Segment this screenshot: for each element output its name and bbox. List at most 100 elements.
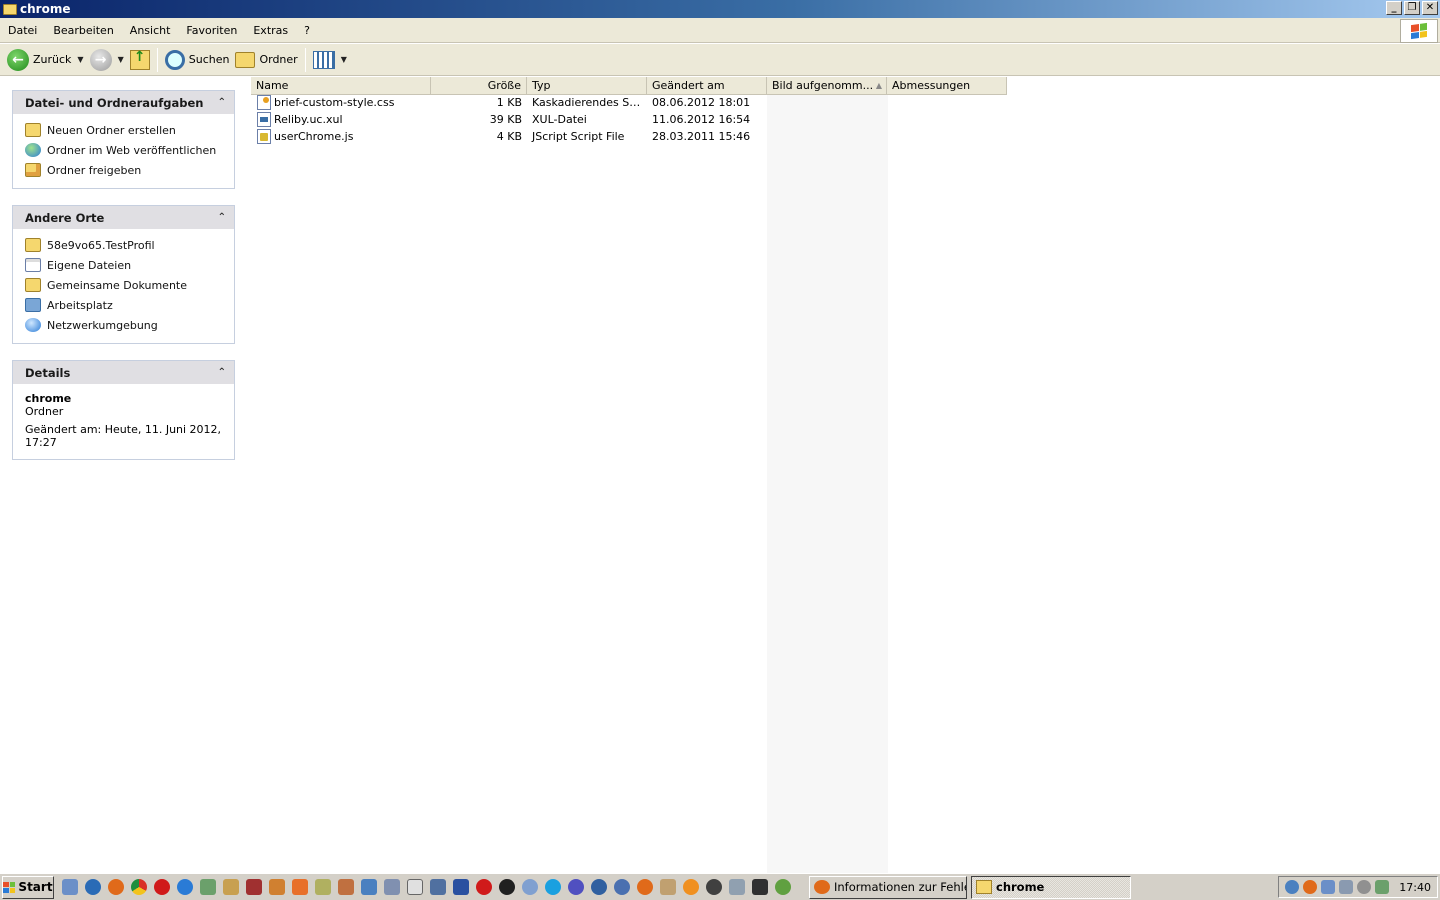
collapse-chevron-icon[interactable]: ⌃ — [218, 97, 226, 108]
column-header-name[interactable]: Name — [251, 77, 431, 95]
column-header-size[interactable]: Größe — [431, 77, 527, 95]
quick-launch-icon[interactable] — [292, 879, 308, 895]
views-dropdown-icon[interactable]: ▼ — [341, 55, 347, 64]
column-header-type[interactable]: Typ — [527, 77, 647, 95]
quick-launch-icon[interactable] — [269, 879, 285, 895]
internet-explorer-icon[interactable] — [177, 879, 193, 895]
back-dropdown-icon[interactable]: ▼ — [77, 55, 83, 64]
collapse-chevron-icon[interactable]: ⌃ — [218, 212, 226, 223]
file-modified: 11.06.2012 16:54 — [652, 113, 751, 126]
task-share-folder[interactable]: Ordner freigeben — [25, 160, 234, 180]
place-my-documents[interactable]: Eigene Dateien — [25, 255, 234, 275]
quick-launch-icon[interactable] — [568, 879, 584, 895]
forward-dropdown-icon[interactable]: ▼ — [118, 55, 124, 64]
quick-launch-icon[interactable] — [200, 879, 216, 895]
taskbar-item-chrome-folder[interactable]: chrome — [971, 875, 1131, 899]
file-list[interactable]: Name Größe Typ Geändert am Bild aufgenom… — [251, 77, 1440, 873]
clock[interactable]: 17:40 — [1399, 881, 1431, 894]
show-desktop-icon[interactable] — [62, 879, 78, 895]
firefox-icon — [814, 880, 830, 894]
quick-launch-icon[interactable] — [683, 879, 699, 895]
windows-logo — [1400, 19, 1438, 43]
column-header-taken[interactable]: Bild aufgenomm... ▲ — [767, 77, 887, 95]
quick-launch-icon[interactable] — [246, 879, 262, 895]
menu-help[interactable]: ? — [296, 24, 318, 37]
file-tasks-header[interactable]: Datei- und Ordneraufgaben ⌃ — [13, 91, 234, 114]
restore-button[interactable]: ❐ — [1404, 1, 1420, 15]
new-folder-icon — [25, 123, 41, 137]
file-row[interactable]: Reliby.uc.xul 39 KB XUL-Datei 11.06.2012… — [251, 111, 767, 128]
menu-extras[interactable]: Extras — [245, 24, 296, 37]
quick-launch-icon[interactable] — [338, 879, 354, 895]
column-header-dimensions[interactable]: Abmessungen — [887, 77, 1007, 95]
firefox-icon[interactable] — [108, 879, 124, 895]
quick-launch-icon[interactable] — [752, 879, 768, 895]
task-new-folder[interactable]: Neuen Ordner erstellen — [25, 120, 234, 140]
place-testprofil[interactable]: 58e9vo65.TestProfil — [25, 235, 234, 255]
opera-icon[interactable] — [154, 879, 170, 895]
place-network[interactable]: Netzwerkumgebung — [25, 315, 234, 335]
media-player-icon[interactable] — [591, 879, 607, 895]
quick-launch-icon[interactable] — [775, 879, 791, 895]
quick-launch-icon[interactable] — [499, 879, 515, 895]
tray-app-icon[interactable] — [1375, 880, 1390, 894]
taskbar-item-firefox[interactable]: Informationen zur Fehler... — [809, 875, 967, 899]
forward-arrow-icon: → — [89, 48, 112, 71]
firefox-icon[interactable] — [637, 879, 653, 895]
title-bar[interactable]: chrome _ ❐ ✕ — [0, 0, 1440, 18]
folders-button[interactable]: Ordner — [232, 46, 300, 74]
details-name: chrome — [25, 392, 72, 405]
task-publish-web[interactable]: Ordner im Web veröffentlichen — [25, 140, 234, 160]
views-button[interactable]: ▼ — [310, 46, 350, 74]
quick-launch-icon[interactable] — [476, 879, 492, 895]
quick-launch-icon[interactable] — [729, 879, 745, 895]
place-shared-documents[interactable]: Gemeinsame Dokumente — [25, 275, 234, 295]
tray-network-icon[interactable] — [1285, 880, 1300, 894]
menu-ansicht[interactable]: Ansicht — [122, 24, 179, 37]
quick-launch-icon[interactable] — [384, 879, 400, 895]
quick-launch-icon[interactable] — [660, 879, 676, 895]
details-header[interactable]: Details ⌃ — [13, 361, 234, 384]
file-row[interactable]: userChrome.js 4 KB JScript Script File 2… — [251, 128, 767, 145]
file-row[interactable]: brief-custom-style.css 1 KB Kaskadierend… — [251, 94, 767, 111]
quick-launch-icon[interactable] — [315, 879, 331, 895]
up-button[interactable] — [127, 46, 153, 74]
word-icon[interactable] — [453, 879, 469, 895]
tray-app-icon[interactable] — [1321, 880, 1336, 894]
back-button[interactable]: ← Zurück ▼ — [4, 46, 87, 74]
minimize-button[interactable]: _ — [1386, 1, 1402, 15]
menu-bearbeiten[interactable]: Bearbeiten — [45, 24, 121, 37]
tray-app-icon[interactable] — [1357, 880, 1372, 894]
other-places-panel: Andere Orte ⌃ 58e9vo65.TestProfil Eigene… — [12, 205, 235, 344]
forward-button[interactable]: → ▼ — [87, 46, 127, 74]
skype-icon[interactable] — [545, 879, 561, 895]
place-my-computer[interactable]: Arbeitsplatz — [25, 295, 234, 315]
tray-app-icon[interactable] — [1339, 880, 1354, 894]
quick-launch-icon[interactable] — [614, 879, 630, 895]
tray-firefox-icon[interactable] — [1303, 880, 1318, 894]
start-button[interactable]: Start — [2, 875, 54, 899]
network-icon — [25, 318, 41, 332]
quick-launch-icon[interactable] — [223, 879, 239, 895]
search-button[interactable]: Suchen — [162, 46, 233, 74]
collapse-chevron-icon[interactable]: ⌃ — [218, 367, 226, 378]
chrome-icon[interactable] — [131, 879, 147, 895]
quick-launch-icon[interactable] — [522, 879, 538, 895]
quick-launch-icon[interactable] — [361, 879, 377, 895]
file-name: Reliby.uc.xul — [274, 113, 343, 126]
other-places-header[interactable]: Andere Orte ⌃ — [13, 206, 234, 229]
menu-favoriten[interactable]: Favoriten — [178, 24, 245, 37]
details-type: Ordner — [25, 405, 64, 418]
quick-launch-icon[interactable] — [407, 879, 423, 895]
toolbar-separator — [156, 47, 158, 72]
column-header-modified[interactable]: Geändert am — [647, 77, 767, 95]
quick-launch-icon[interactable] — [706, 879, 722, 895]
menu-datei[interactable]: Datei — [0, 24, 45, 37]
folder-icon — [3, 3, 17, 15]
folders-label: Ordner — [259, 53, 298, 66]
quick-launch-icon[interactable] — [430, 879, 446, 895]
quick-launch-icon[interactable] — [85, 879, 101, 895]
close-button[interactable]: ✕ — [1422, 1, 1438, 15]
computer-icon — [25, 298, 41, 312]
details-modified: Geändert am: Heute, 11. Juni 2012, 17:27 — [25, 423, 222, 449]
